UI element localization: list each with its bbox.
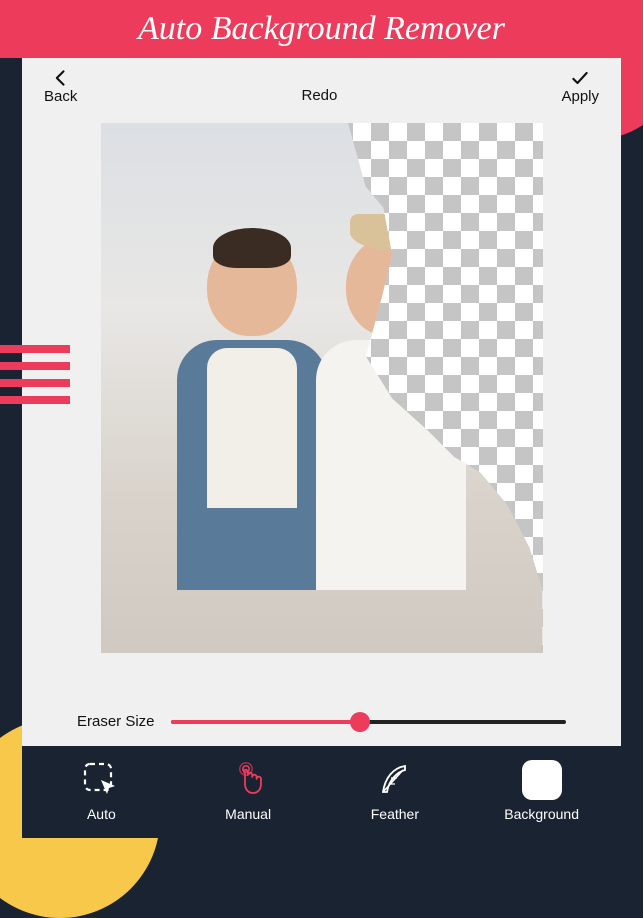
- slider-fill: [171, 720, 361, 724]
- editor-topbar: Back Redo Apply: [22, 58, 621, 113]
- photo-original-region: [101, 123, 543, 653]
- auto-select-icon: [81, 760, 121, 800]
- bottom-toolbar: Auto Manual Feather: [22, 746, 621, 838]
- tool-background[interactable]: Background: [497, 760, 587, 822]
- redo-button[interactable]: Redo: [77, 69, 561, 104]
- tool-background-label: Background: [504, 806, 579, 822]
- photo-canvas[interactable]: [101, 123, 543, 653]
- subject-woman: [292, 218, 491, 653]
- decor-stripes: [0, 345, 70, 413]
- tool-auto[interactable]: Auto: [56, 760, 146, 822]
- background-swatch-icon: [522, 760, 562, 800]
- eraser-size-row: Eraser Size: [22, 699, 621, 746]
- eraser-size-label: Eraser Size: [77, 713, 155, 730]
- feather-icon: [375, 760, 415, 800]
- slider-thumb[interactable]: [350, 712, 370, 732]
- tool-auto-label: Auto: [87, 806, 116, 822]
- tool-manual-label: Manual: [225, 806, 271, 822]
- apply-label: Apply: [561, 88, 599, 105]
- apply-button[interactable]: Apply: [561, 68, 599, 105]
- tool-manual[interactable]: Manual: [203, 760, 293, 822]
- app-title-banner: Auto Background Remover: [0, 0, 643, 58]
- canvas-area: [22, 113, 621, 699]
- editor-card: Back Redo Apply: [22, 58, 621, 838]
- checkmark-icon: [570, 68, 590, 88]
- back-button[interactable]: Back: [44, 68, 77, 105]
- back-label: Back: [44, 88, 77, 105]
- tool-feather[interactable]: Feather: [350, 760, 440, 822]
- photo-subjects: [101, 123, 543, 653]
- app-title: Auto Background Remover: [138, 10, 505, 48]
- tap-hand-icon: [228, 760, 268, 800]
- eraser-size-slider[interactable]: [171, 720, 566, 724]
- tool-feather-label: Feather: [371, 806, 419, 822]
- chevron-left-icon: [51, 68, 71, 88]
- redo-label: Redo: [301, 87, 337, 104]
